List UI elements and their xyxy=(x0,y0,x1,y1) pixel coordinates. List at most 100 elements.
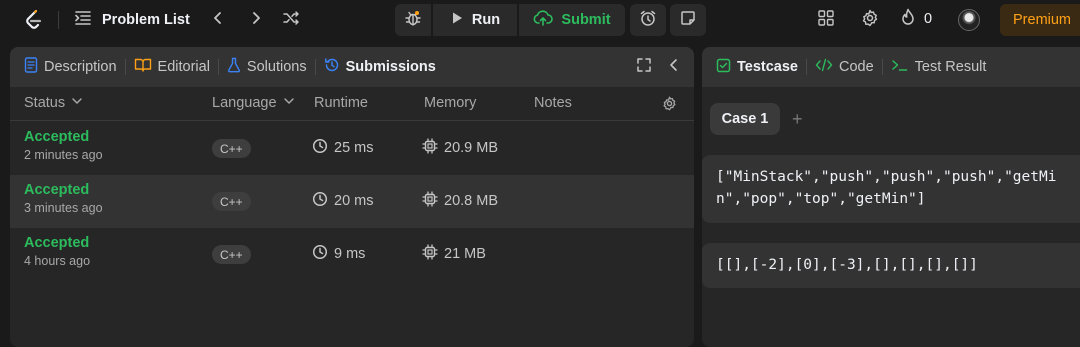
clock-icon xyxy=(312,244,328,264)
settings-button[interactable] xyxy=(856,6,884,34)
memory-cell: 20.8 MB xyxy=(422,191,498,211)
memory-value: 20.9 MB xyxy=(444,140,498,156)
memory-column-header: Memory xyxy=(424,95,476,111)
left-panel-tabs: Description Editorial Solutions Submissi… xyxy=(10,47,694,87)
user-avatar[interactable] xyxy=(958,9,980,31)
tab-test-result[interactable]: Test Result xyxy=(891,47,986,87)
tab-divider xyxy=(314,59,316,75)
language-header-label: Language xyxy=(212,95,277,111)
fullscreen-button[interactable] xyxy=(634,57,654,77)
streak-count: 0 xyxy=(924,11,933,27)
timer-button[interactable] xyxy=(630,4,666,36)
runtime-value: 20 ms xyxy=(334,193,374,209)
tab-testcase[interactable]: Testcase xyxy=(716,47,798,87)
gear-icon xyxy=(861,9,879,32)
notes-column-header: Notes xyxy=(534,95,572,111)
language-column-header[interactable]: Language xyxy=(212,95,295,111)
clock-icon xyxy=(312,138,328,158)
document-icon xyxy=(24,57,38,77)
notes-header-label: Notes xyxy=(534,95,572,111)
memory-cell: 20.9 MB xyxy=(422,138,498,158)
history-icon xyxy=(324,57,340,77)
previous-problem-button[interactable] xyxy=(204,6,232,34)
maximize-icon xyxy=(637,57,651,77)
testcase-panel: Testcase Code Test Result Case 1 + ["Min… xyxy=(702,47,1080,347)
flask-icon xyxy=(227,57,241,77)
runtime-value: 9 ms xyxy=(334,246,366,262)
testcase-operations-line-2: n","pop","top","getMin"] xyxy=(716,191,926,207)
tab-submissions[interactable]: Submissions xyxy=(324,47,436,87)
table-settings-button[interactable] xyxy=(662,96,677,115)
tab-editorial-label: Editorial xyxy=(157,59,210,75)
tab-description[interactable]: Description xyxy=(24,47,117,87)
play-icon xyxy=(450,11,464,29)
testcase-input-operations[interactable]: ["MinStack","push","push","push","getMi … xyxy=(702,155,1080,223)
memory-cell: 21 MB xyxy=(422,244,486,264)
status-column-header[interactable]: Status xyxy=(24,95,83,111)
random-problem-button[interactable] xyxy=(277,6,305,34)
problem-list-button[interactable]: Problem List xyxy=(74,9,190,31)
add-case-button[interactable]: + xyxy=(792,109,803,130)
premium-label: Premium xyxy=(1013,12,1072,28)
tab-divider xyxy=(217,59,219,75)
memory-value: 21 MB xyxy=(444,246,486,262)
shuffle-icon xyxy=(282,9,300,32)
status-accepted[interactable]: Accepted xyxy=(24,129,103,145)
book-open-icon xyxy=(134,57,152,77)
notes-button[interactable] xyxy=(670,4,706,36)
bug-icon xyxy=(404,9,422,32)
chevron-left-icon xyxy=(210,10,226,31)
problem-list-icon xyxy=(74,9,92,32)
layout-button[interactable] xyxy=(812,6,840,34)
tab-editorial[interactable]: Editorial xyxy=(134,47,210,87)
chevron-down-icon xyxy=(71,95,83,111)
tab-code[interactable]: Code xyxy=(815,47,874,87)
status-accepted[interactable]: Accepted xyxy=(24,235,90,251)
memory-header-label: Memory xyxy=(424,95,477,111)
tab-testcase-label: Testcase xyxy=(737,59,798,75)
submission-time: 4 hours ago xyxy=(24,254,91,268)
runtime-cell: 9 ms xyxy=(312,244,365,264)
submission-time: 2 minutes ago xyxy=(24,148,103,162)
collapse-panel-button[interactable] xyxy=(664,57,684,77)
status-cell: Accepted 2 minutes ago xyxy=(24,129,103,162)
chevron-down-icon xyxy=(283,95,295,111)
streak-counter[interactable]: 0 xyxy=(900,8,932,30)
table-row[interactable]: Accepted 2 minutes ago C++ 25 ms 20.9 MB xyxy=(10,122,694,175)
language-badge: C++ xyxy=(212,192,251,211)
tab-submissions-label: Submissions xyxy=(345,59,436,75)
premium-button[interactable]: Premium xyxy=(1000,4,1080,36)
testcase-operations-line-1: ["MinStack","push","push","push","getMi xyxy=(716,169,1057,185)
run-label: Run xyxy=(471,12,501,28)
top-navigation-bar: Problem List Run Submit 0 Premium xyxy=(0,0,1080,40)
chevron-right-icon xyxy=(248,10,264,31)
status-accepted[interactable]: Accepted xyxy=(24,182,103,198)
gear-icon xyxy=(662,96,677,115)
tab-divider xyxy=(806,59,807,75)
status-cell: Accepted 3 minutes ago xyxy=(24,182,103,215)
chevron-left-icon xyxy=(667,58,681,77)
tab-code-label: Code xyxy=(839,59,874,75)
terminal-icon xyxy=(891,58,909,76)
chip-icon xyxy=(422,138,438,158)
next-problem-button[interactable] xyxy=(242,6,270,34)
runtime-cell: 25 ms xyxy=(312,138,374,158)
submission-time: 3 minutes ago xyxy=(24,201,103,215)
debug-button[interactable] xyxy=(395,4,431,36)
table-row[interactable]: Accepted 4 hours ago C++ 9 ms 21 MB xyxy=(10,228,694,281)
alarm-clock-icon xyxy=(639,9,657,32)
case-1-tab[interactable]: Case 1 xyxy=(710,103,780,135)
topbar-divider xyxy=(58,11,59,29)
leetcode-logo-icon[interactable] xyxy=(22,8,46,32)
runtime-header-label: Runtime xyxy=(314,95,368,111)
cloud-upload-icon xyxy=(533,9,554,31)
submissions-panel: Description Editorial Solutions Submissi… xyxy=(10,47,694,347)
table-row[interactable]: Accepted 3 minutes ago C++ 20 ms 20.8 MB xyxy=(10,175,694,228)
run-button[interactable]: Run xyxy=(433,4,517,36)
tab-divider xyxy=(124,59,126,75)
tab-solutions[interactable]: Solutions xyxy=(227,47,307,87)
layout-grid-icon xyxy=(817,9,835,32)
submit-button[interactable]: Submit xyxy=(519,4,625,36)
testcase-input-arguments[interactable]: [[],[-2],[0],[-3],[],[],[],[]] xyxy=(702,243,1080,288)
runtime-cell: 20 ms xyxy=(312,191,374,211)
